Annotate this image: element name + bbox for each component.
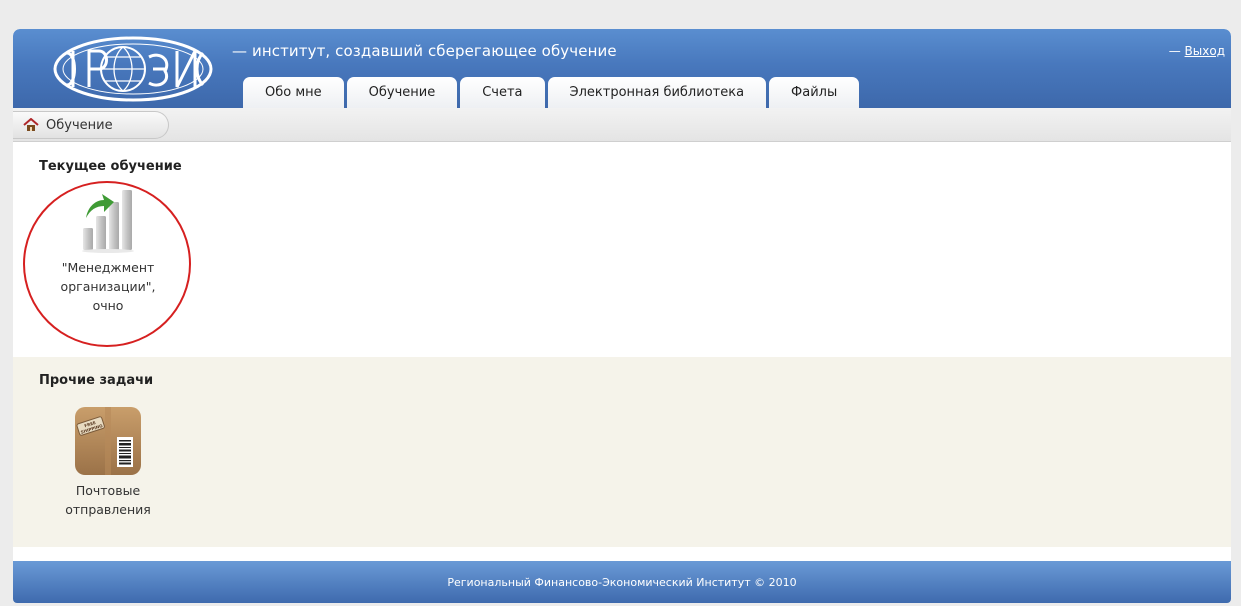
- section-title-other: Прочие задачи: [39, 373, 154, 388]
- course-label-line-1: "Менеджмент: [61, 260, 155, 275]
- course-label-line-3: очно: [92, 298, 124, 313]
- main-tabs: Обо мне Обучение Счета Электронная библи…: [243, 77, 860, 108]
- tab-files[interactable]: Файлы: [769, 77, 860, 108]
- rfei-logo[interactable]: [53, 35, 213, 103]
- parcel-box-icon: FREE SHIPPING: [75, 407, 141, 475]
- course-label: "Менеджмент организации", очно: [43, 258, 173, 315]
- page-frame: — институт, создавший сберегающее обучен…: [13, 29, 1231, 603]
- mail-label-line-1: Почтовые: [75, 483, 141, 498]
- mail-label: Почтовые отправления: [43, 481, 173, 519]
- header-bar: — институт, создавший сберегающее обучен…: [13, 29, 1231, 108]
- mail-label-line-2: отправления: [65, 502, 151, 517]
- section-title-current: Текущее обучение: [39, 159, 182, 174]
- breadcrumb-label: Обучение: [46, 117, 113, 133]
- logout-link[interactable]: Выход: [1185, 44, 1225, 58]
- mail-tile[interactable]: FREE SHIPPING Почтовые отправления: [43, 405, 173, 519]
- site-tagline: — институт, создавший сберегающее обучен…: [232, 42, 617, 60]
- footer-bar: Региональный Финансово-Экономический Инс…: [13, 561, 1231, 603]
- tab-about-me[interactable]: Обо мне: [243, 77, 344, 108]
- home-icon: [23, 118, 39, 131]
- breadcrumb-bar: Обучение: [13, 108, 1231, 142]
- course-tile[interactable]: "Менеджмент организации", очно: [43, 188, 173, 315]
- logout-dash: —: [1168, 44, 1185, 58]
- tab-e-library[interactable]: Электронная библиотека: [547, 77, 767, 108]
- growth-chart-icon: [82, 190, 134, 253]
- footer-copyright: Региональный Финансово-Экономический Инс…: [447, 575, 797, 589]
- current-learning-section: Текущее обучение "Менеджмент организации…: [13, 143, 1231, 357]
- logout-area: — Выход: [1169, 44, 1225, 58]
- course-label-line-2: организации",: [60, 279, 156, 294]
- breadcrumb-item-learning[interactable]: Обучение: [13, 111, 169, 139]
- other-tasks-section: Прочие задачи FREE SHIPPING Почтовые отп…: [13, 357, 1231, 547]
- tab-accounts[interactable]: Счета: [460, 77, 545, 108]
- tab-learning[interactable]: Обучение: [346, 77, 458, 108]
- content-bottom-spacer: [13, 547, 1231, 561]
